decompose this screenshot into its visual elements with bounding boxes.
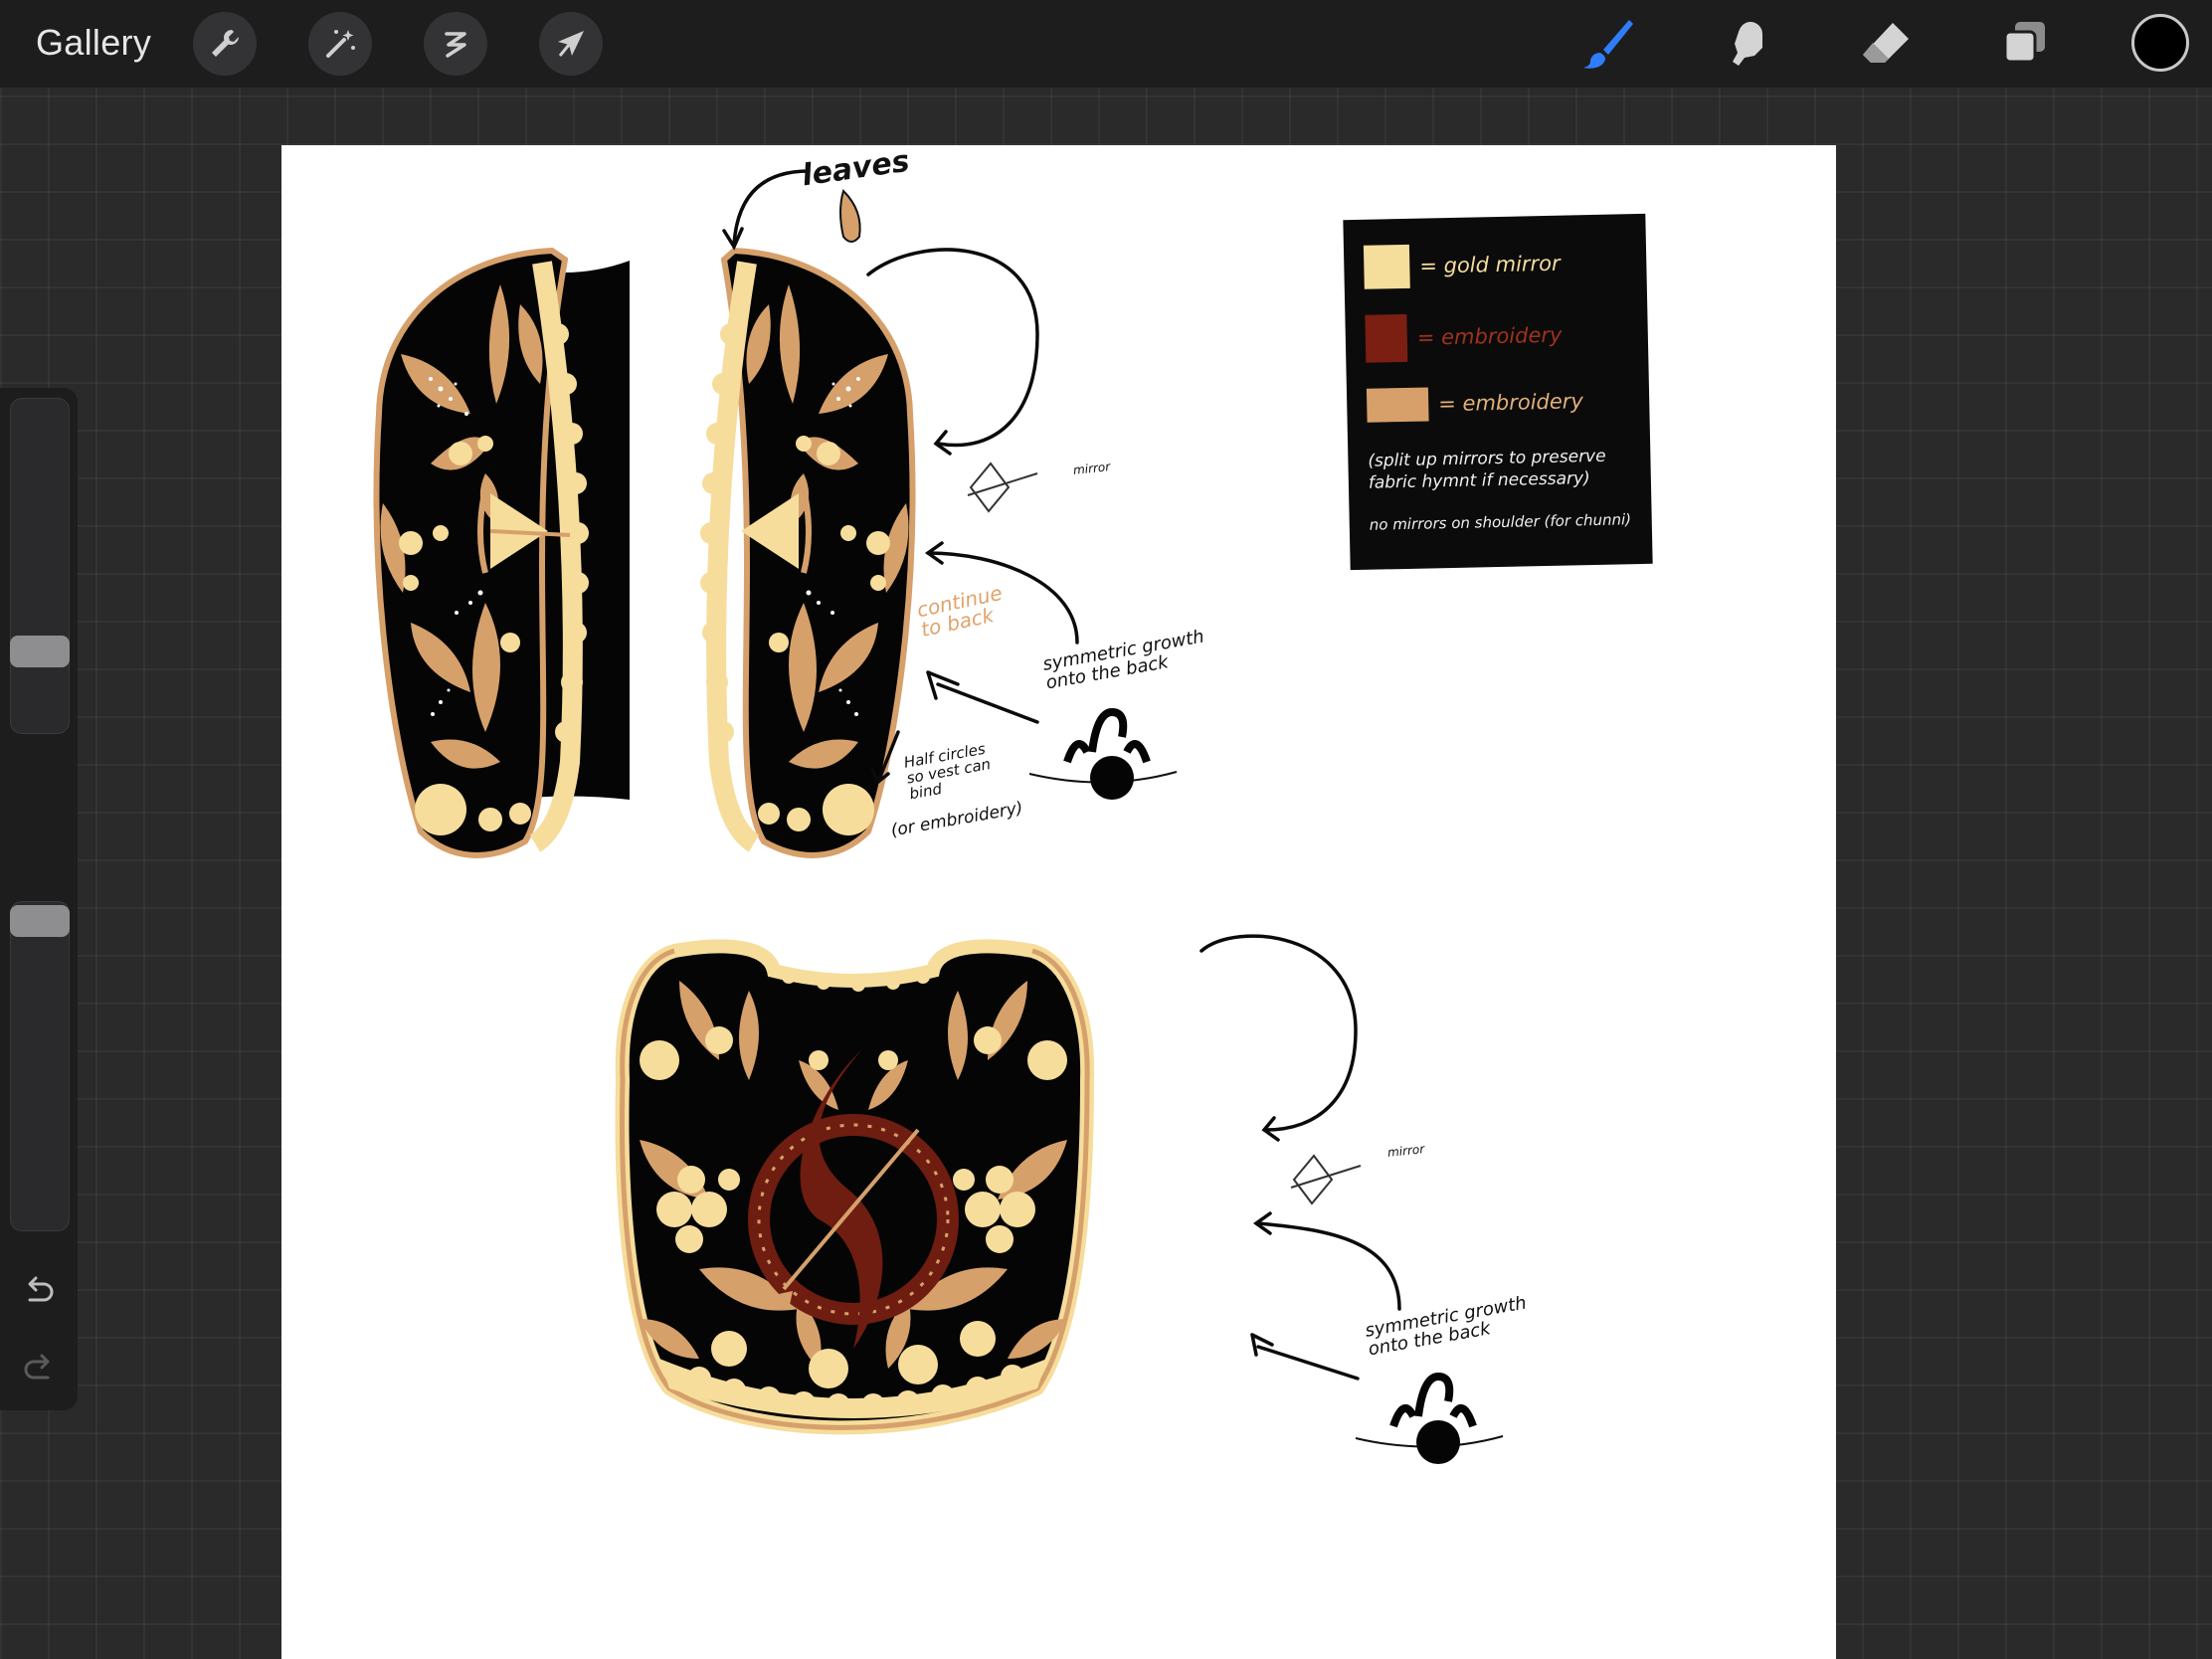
smudge-tool-button[interactable] [1717, 14, 1776, 74]
opacity-thumb[interactable] [10, 905, 70, 937]
adjustments-button[interactable] [308, 12, 372, 76]
color-picker-button[interactable] [2131, 14, 2189, 72]
left-sidebar [0, 388, 78, 1410]
layers-icon [2003, 22, 2045, 64]
legend-row-embroidery-maroon: = embroidery [1365, 311, 1563, 363]
back-vest [615, 939, 1095, 1435]
opacity-slider[interactable] [10, 901, 70, 1231]
brush-size-thumb[interactable] [10, 635, 70, 667]
top-toolbar: Gallery [0, 0, 2212, 88]
brush-tool-button[interactable] [1577, 14, 1637, 74]
legend-label: = embroidery [1437, 389, 1584, 417]
leaf-swatch [839, 189, 861, 243]
eraser-icon [1863, 23, 1909, 63]
gallery-button[interactable]: Gallery [36, 22, 151, 64]
brush-icon [1583, 20, 1633, 69]
legend-swatch [1366, 387, 1429, 423]
undo-button[interactable] [19, 1271, 59, 1311]
brush-size-slider[interactable] [10, 398, 70, 734]
actions-button[interactable] [193, 12, 257, 76]
undo-icon [28, 1276, 54, 1302]
redo-icon [24, 1354, 50, 1380]
legend-swatch [1363, 244, 1410, 289]
legend-label: = embroidery [1416, 322, 1563, 350]
color-legend: = gold mirror = embroidery = embroidery … [1343, 213, 1653, 571]
layers-button[interactable] [1995, 14, 2055, 74]
drawing-canvas[interactable]: leaves continue to back symmetric growth… [281, 144, 1836, 1659]
redo-button[interactable] [19, 1349, 59, 1388]
front-vest [373, 189, 916, 858]
back-design-sketches [1028, 707, 1504, 1464]
legend-label: = gold mirror [1419, 251, 1561, 278]
transform-button[interactable] [539, 12, 603, 76]
legend-row-embroidery-tan: = embroidery [1366, 384, 1584, 423]
selection-button[interactable] [424, 12, 487, 76]
arrow-cursor-icon [558, 31, 584, 57]
legend-swatch [1365, 313, 1408, 363]
legend-note-split-mirrors: (split up mirrors to preserve fabric hym… [1368, 446, 1606, 493]
eraser-tool-button[interactable] [1856, 14, 1916, 74]
legend-row-gold-mirror: = gold mirror [1363, 242, 1561, 289]
selection-s-icon [445, 32, 466, 58]
wrench-icon [212, 30, 239, 57]
magic-wand-icon [326, 30, 355, 58]
smudge-finger-icon [1733, 22, 1762, 66]
legend-note-no-mirrors: no mirrors on shoulder (for chunni) [1369, 510, 1632, 534]
